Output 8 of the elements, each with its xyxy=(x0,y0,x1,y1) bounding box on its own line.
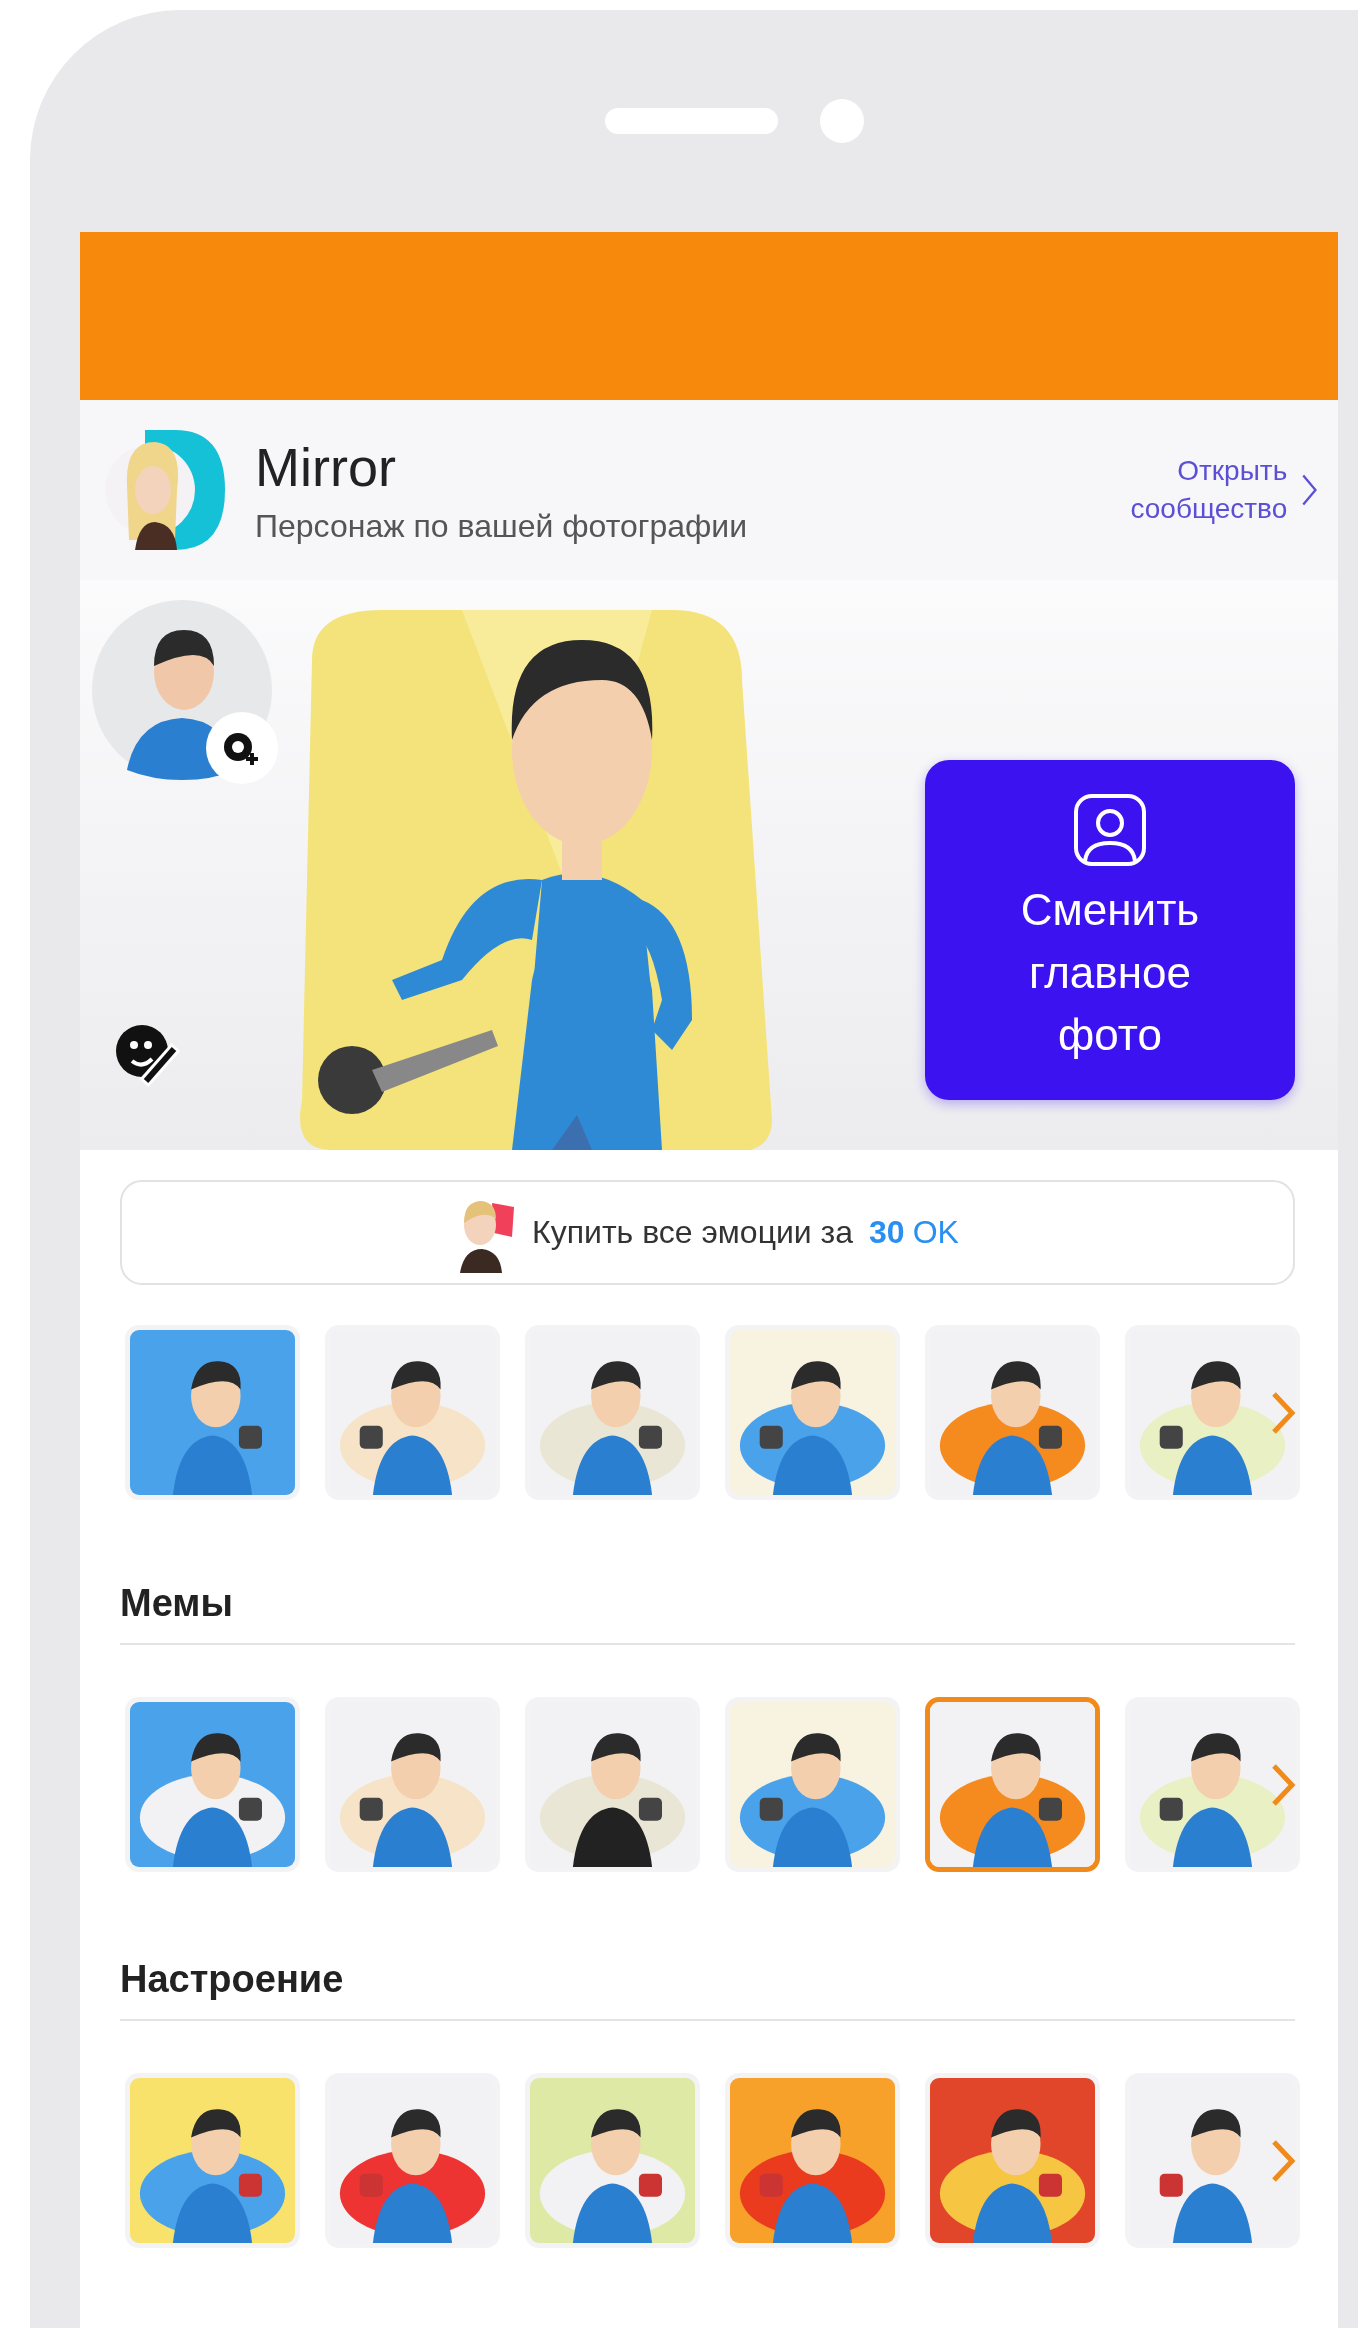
section-title: Настроение xyxy=(120,1958,1295,2021)
change-main-photo-button[interactable]: Сменить главное фото xyxy=(925,760,1295,1100)
app-subtitle: Персонаж по вашей фотографии xyxy=(255,507,749,545)
open-community-link[interactable]: Открыть сообщество xyxy=(1078,452,1318,528)
app-title: Mirror xyxy=(255,435,397,498)
profile-photo-icon xyxy=(1073,793,1147,868)
buy-all-emotions-button[interactable]: Купить все эмоции за 30 OK xyxy=(120,1180,1295,1285)
section-title: Мемы xyxy=(120,1582,1295,1645)
